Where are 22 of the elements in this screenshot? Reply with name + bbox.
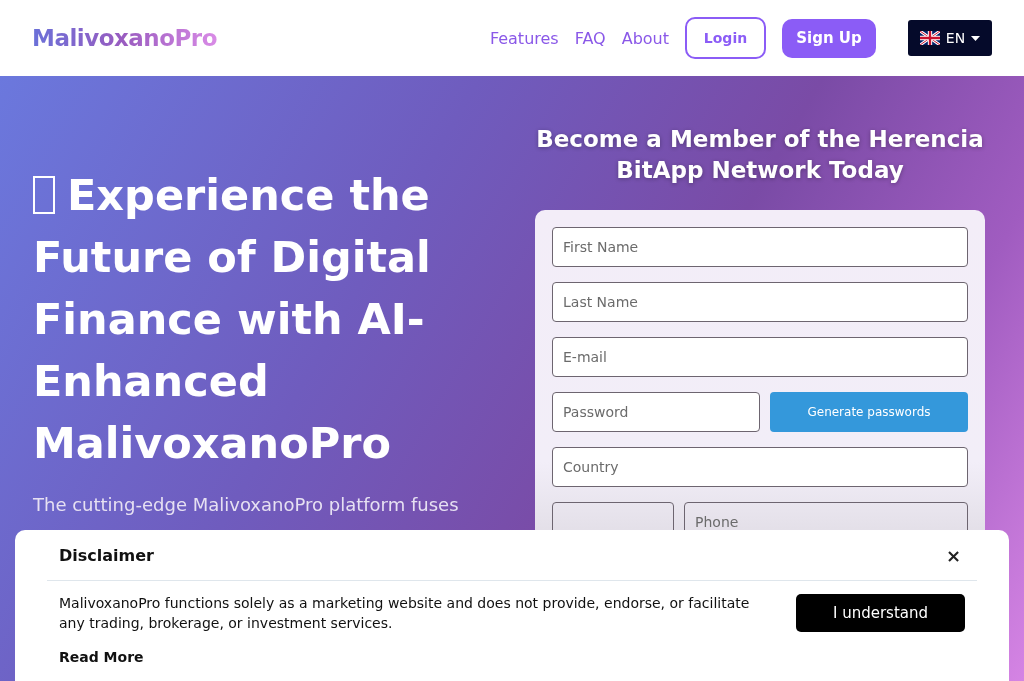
nav-link[interactable]: Features (489, 28, 559, 48)
language-selector[interactable]: EN (908, 20, 992, 56)
dialog-title: Disclaimer (59, 545, 154, 565)
input-field[interactable]: Password (552, 392, 760, 432)
flag-icon (919, 31, 940, 45)
read-more-link[interactable]: Read More (59, 649, 144, 665)
close-button[interactable]: × (941, 544, 965, 566)
input-field[interactable]: Last Name (552, 282, 968, 322)
nav-link[interactable]: FAQ (574, 28, 606, 48)
input-field[interactable]: Country (552, 447, 968, 487)
generate-passwords-button[interactable]: Generate passwords (770, 392, 968, 432)
sign-up-button[interactable]: Sign Up (782, 18, 876, 58)
nav-link[interactable]: About (621, 28, 669, 48)
hero-description: The cutting-edge MalivoxanoPro platform fuses (33, 494, 460, 515)
caret-icon (971, 35, 981, 41)
disclaimer-text: MalivoxanoPro functions solely as a marketing website and does not provide, endorse, or facilitate any trading, brokerage, or investment services. (59, 594, 751, 633)
input-field[interactable]: E-mail (552, 337, 968, 377)
login-button[interactable]: Login (685, 17, 766, 59)
input-field[interactable]: First Name (552, 227, 968, 267)
form-title: Become a Member of the Herencia BitApp Network Today (535, 125, 985, 185)
i-understand-button[interactable]: I understand (796, 594, 965, 632)
hero-heading: Experience the Future of Digital Finance with AI-Enhanced MalivoxanoPro (33, 169, 432, 470)
